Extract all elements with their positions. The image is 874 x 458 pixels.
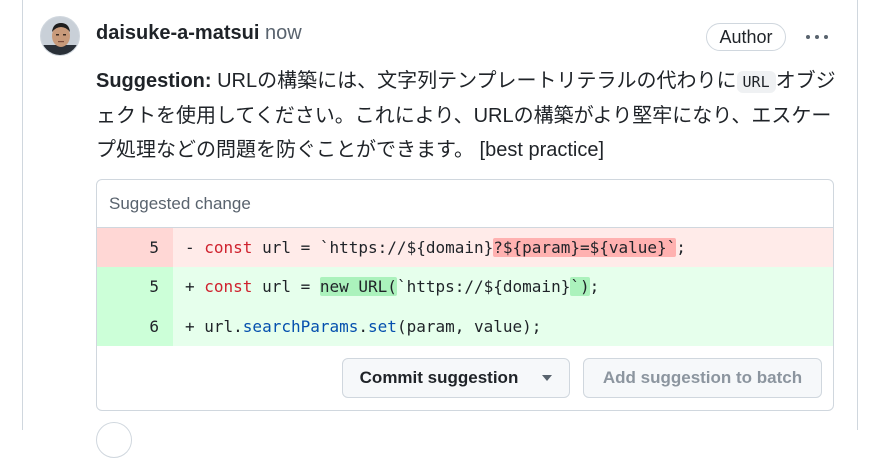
code-identifier: set xyxy=(368,316,397,336)
code-added-highlight: `) xyxy=(570,277,590,296)
diff-line-addition: 5 + const url = new URL(`https://${domai… xyxy=(97,267,833,306)
code-keyword: const xyxy=(204,277,253,296)
comment-text-before: URLの構築には、文字列テンプレートリテラルの代わりに xyxy=(211,70,737,92)
next-comment-avatar xyxy=(96,422,132,458)
code-content: + url. searchParams. set (param, value); xyxy=(173,306,833,346)
line-number: 6 xyxy=(97,306,173,346)
code-added-highlight: new URL( xyxy=(319,277,397,296)
diff-line-deletion: 5 - const url = `https://${domain} ?${par… xyxy=(97,228,833,267)
comment-timestamp[interactable]: now xyxy=(265,22,302,45)
author-badge: Author xyxy=(706,23,786,51)
code-text: url = `https://${domain} xyxy=(252,238,494,257)
suggestion-label: Suggestion: xyxy=(96,70,212,92)
code-text: `https://${domain} xyxy=(396,277,571,296)
code-text: url = xyxy=(252,277,320,296)
line-number: 5 xyxy=(97,228,173,267)
inline-code: URL xyxy=(736,71,776,93)
diff-prefix: + xyxy=(185,277,205,296)
avatar[interactable] xyxy=(40,16,80,56)
code-content: - const url = `https://${domain} ?${param… xyxy=(173,228,833,267)
diff-prefix: + xyxy=(185,316,205,336)
add-suggestion-to-batch-button[interactable]: Add suggestion to batch xyxy=(583,358,822,398)
code-text: ; xyxy=(676,238,686,257)
code-text: . xyxy=(358,316,369,336)
code-identifier: searchParams xyxy=(242,316,359,336)
diff-line-addition: 6 + url. searchParams. set (param, value); xyxy=(97,306,833,346)
comment-author-username[interactable]: daisuke-a-matsui xyxy=(96,22,259,45)
timeline-border-right xyxy=(857,0,858,430)
diff-prefix: - xyxy=(185,238,205,257)
suggested-change-box: Suggested change 5 - const url = `https:… xyxy=(96,179,834,411)
commit-suggestion-label: Commit suggestion xyxy=(359,368,519,387)
code-text: url. xyxy=(204,316,243,336)
line-number: 5 xyxy=(97,267,173,306)
kebab-horizontal-icon[interactable] xyxy=(800,24,834,50)
code-text: ; xyxy=(589,277,600,296)
code-keyword: const xyxy=(204,238,253,257)
suggestion-footer: Commit suggestion Add suggestion to batc… xyxy=(97,346,833,410)
code-removed-highlight: ?${param}=${value}` xyxy=(493,238,677,257)
suggested-change-header: Suggested change xyxy=(97,180,833,228)
timeline-border-left xyxy=(22,0,23,430)
code-text: (param, value); xyxy=(396,316,542,336)
commit-suggestion-button[interactable]: Commit suggestion xyxy=(342,358,570,398)
triangle-down-icon[interactable] xyxy=(542,375,553,381)
comment-body: Suggestion: URLの構築には、文字列テンプレートリテラルの代わりに U… xyxy=(96,64,836,167)
code-content: + const url = new URL(`https://${domain}… xyxy=(173,267,833,306)
